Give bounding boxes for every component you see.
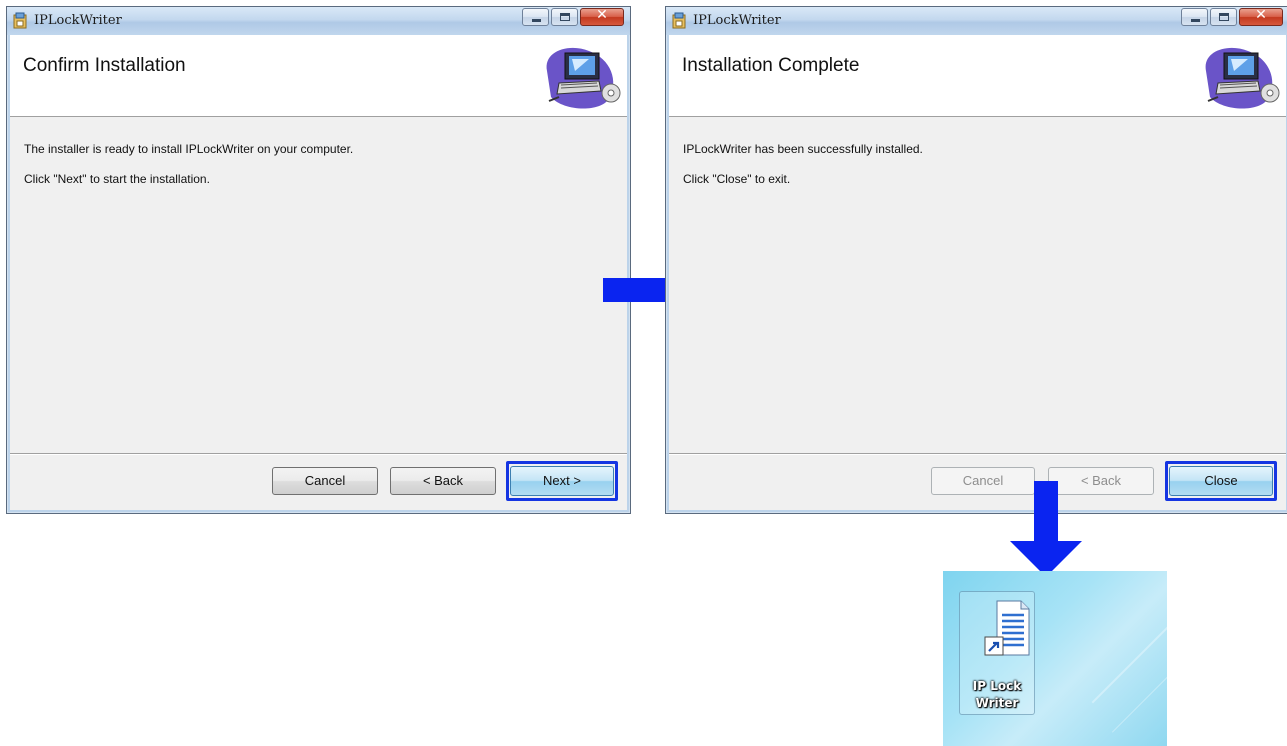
dialog-client-area: Confirm Installation The installer is re… xyxy=(10,35,627,510)
dialog-client-area: Installation Complete IPLockWriter has b… xyxy=(669,35,1286,510)
header-banner: Confirm Installation xyxy=(10,35,627,117)
footer-divider xyxy=(669,453,1286,455)
confirm-installation-window: IPLockWriter ✕ Confirm Installation The … xyxy=(6,6,631,514)
close-icon: ✕ xyxy=(596,7,608,23)
installer-app-icon xyxy=(672,12,686,29)
instruction-message: Click "Close" to exit. xyxy=(683,172,791,186)
close-window-button[interactable]: ✕ xyxy=(580,7,624,26)
minimize-icon xyxy=(1191,19,1200,22)
minimize-button[interactable] xyxy=(522,8,549,26)
minimize-icon xyxy=(532,19,541,22)
maximize-button[interactable] xyxy=(551,8,578,26)
page-title: Confirm Installation xyxy=(23,55,186,76)
next-button[interactable]: Next > xyxy=(510,466,614,496)
installer-app-icon xyxy=(13,12,27,29)
installation-complete-window: IPLockWriter ✕ Installation Complete IPL… xyxy=(665,6,1287,514)
close-icon: ✕ xyxy=(1255,7,1267,23)
title-bar[interactable]: IPLockWriter ✕ xyxy=(7,7,630,35)
ip-lock-writer-shortcut[interactable]: IP Lock Writer xyxy=(959,591,1035,715)
cancel-button[interactable]: Cancel xyxy=(272,467,378,495)
close-button[interactable]: Close xyxy=(1169,466,1273,496)
window-title: IPLockWriter xyxy=(693,13,781,28)
instruction-message: Click "Next" to start the installation. xyxy=(24,172,210,186)
success-message: IPLockWriter has been successfully insta… xyxy=(683,142,923,156)
title-bar[interactable]: IPLockWriter ✕ xyxy=(666,7,1287,35)
maximize-icon xyxy=(560,13,570,21)
computer-disk-banner-icon xyxy=(546,47,621,109)
ready-message: The installer is ready to install IPLock… xyxy=(24,142,354,156)
header-banner: Installation Complete xyxy=(669,35,1286,117)
close-window-button[interactable]: ✕ xyxy=(1239,7,1283,26)
minimize-button[interactable] xyxy=(1181,8,1208,26)
desktop-streak xyxy=(1091,571,1167,704)
document-shortcut-icon xyxy=(984,600,1030,656)
page-title: Installation Complete xyxy=(682,55,860,76)
window-title: IPLockWriter xyxy=(34,13,122,28)
arrow-down-icon xyxy=(1010,481,1082,577)
footer-divider xyxy=(10,453,627,455)
shortcut-label-line2: Writer xyxy=(975,696,1019,710)
maximize-button[interactable] xyxy=(1210,8,1237,26)
desktop-background: IP Lock Writer xyxy=(943,571,1167,746)
desktop-streak xyxy=(1111,590,1167,733)
computer-disk-banner-icon xyxy=(1205,47,1280,109)
shortcut-label-line1: IP Lock xyxy=(972,679,1022,693)
shortcut-label: IP Lock Writer xyxy=(960,678,1034,712)
back-button[interactable]: < Back xyxy=(390,467,496,495)
maximize-icon xyxy=(1219,13,1229,21)
